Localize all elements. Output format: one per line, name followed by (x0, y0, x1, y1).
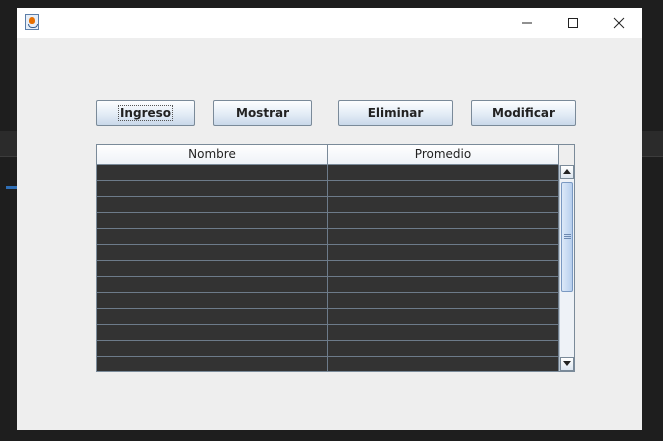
desktop-background-line (0, 156, 17, 157)
cell-promedio[interactable] (328, 341, 559, 356)
maximize-icon (568, 18, 578, 28)
close-button[interactable] (596, 8, 642, 38)
table-row[interactable] (97, 277, 559, 293)
column-header-nombre[interactable]: Nombre (97, 145, 328, 164)
ingreso-button-label: Ingreso (117, 105, 174, 121)
table-row[interactable] (97, 165, 559, 181)
arrow-up-icon (563, 169, 571, 174)
cell-nombre[interactable] (97, 245, 328, 260)
minimize-icon (522, 22, 532, 24)
table-row[interactable] (97, 261, 559, 277)
table-row[interactable] (97, 357, 559, 371)
cell-promedio[interactable] (328, 325, 559, 340)
cell-promedio[interactable] (328, 197, 559, 212)
maximize-button[interactable] (550, 8, 596, 38)
mostrar-button-label: Mostrar (236, 106, 289, 120)
cell-promedio[interactable] (328, 309, 559, 324)
title-bar[interactable] (17, 8, 642, 38)
cell-nombre[interactable] (97, 213, 328, 228)
table-row[interactable] (97, 309, 559, 325)
cell-promedio[interactable] (328, 357, 559, 371)
desktop-background-line-right (642, 156, 663, 157)
cell-nombre[interactable] (97, 181, 328, 196)
cell-promedio[interactable] (328, 181, 559, 196)
cell-nombre[interactable] (97, 309, 328, 324)
cell-nombre[interactable] (97, 325, 328, 340)
eliminar-button[interactable]: Eliminar (338, 100, 453, 126)
cell-promedio[interactable] (328, 229, 559, 244)
cell-promedio[interactable] (328, 261, 559, 276)
cell-nombre[interactable] (97, 197, 328, 212)
table-row[interactable] (97, 293, 559, 309)
close-icon (613, 17, 625, 29)
cell-nombre[interactable] (97, 341, 328, 356)
arrow-down-icon (563, 361, 571, 366)
table-row[interactable] (97, 181, 559, 197)
data-table: Nombre Promedio (96, 144, 575, 372)
table-body (97, 165, 559, 371)
scroll-thumb[interactable] (561, 182, 573, 292)
desktop-background-strip-right (642, 131, 663, 156)
cell-promedio[interactable] (328, 293, 559, 308)
cell-nombre[interactable] (97, 357, 328, 371)
java-cup-icon[interactable] (25, 14, 39, 30)
desktop-background-strip (0, 131, 17, 156)
cell-promedio[interactable] (328, 277, 559, 292)
scroll-up-button[interactable] (560, 165, 574, 179)
vertical-scrollbar[interactable] (559, 165, 574, 371)
app-window: Ingreso Mostrar Eliminar Modificar Nombr… (17, 8, 642, 430)
cell-nombre[interactable] (97, 261, 328, 276)
column-header-promedio[interactable]: Promedio (328, 145, 559, 164)
modificar-button-label: Modificar (492, 106, 555, 120)
desktop-background-accent (6, 186, 17, 189)
table-header: Nombre Promedio (97, 145, 559, 165)
cell-promedio[interactable] (328, 165, 559, 180)
minimize-button[interactable] (504, 8, 550, 38)
cell-nombre[interactable] (97, 165, 328, 180)
cell-promedio[interactable] (328, 245, 559, 260)
cell-promedio[interactable] (328, 213, 559, 228)
table-row[interactable] (97, 245, 559, 261)
eliminar-button-label: Eliminar (367, 106, 424, 120)
scroll-down-button[interactable] (560, 357, 574, 371)
table-row[interactable] (97, 213, 559, 229)
mostrar-button[interactable]: Mostrar (213, 100, 312, 126)
cell-nombre[interactable] (97, 293, 328, 308)
table-row[interactable] (97, 325, 559, 341)
cell-nombre[interactable] (97, 277, 328, 292)
ingreso-button[interactable]: Ingreso (96, 100, 195, 126)
modificar-button[interactable]: Modificar (471, 100, 576, 126)
table-row[interactable] (97, 229, 559, 245)
table-row[interactable] (97, 197, 559, 213)
table-row[interactable] (97, 341, 559, 357)
cell-nombre[interactable] (97, 229, 328, 244)
